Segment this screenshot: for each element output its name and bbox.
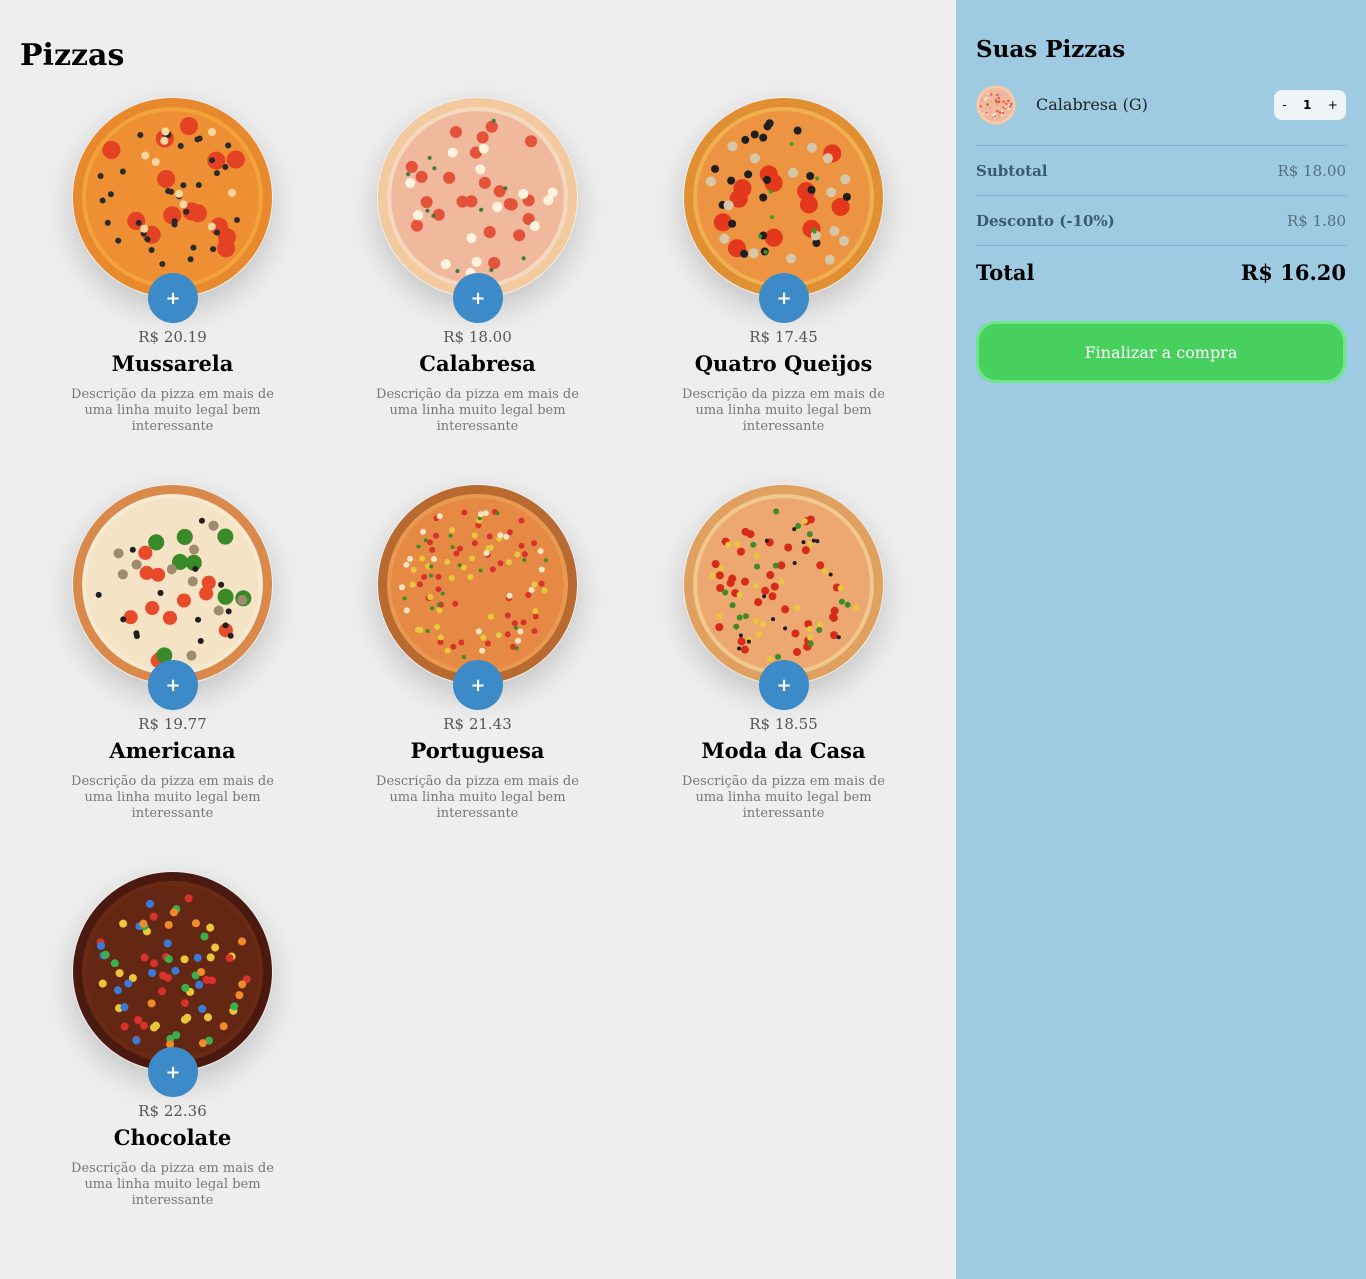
discount-value: R$ 1.80 [1286, 212, 1346, 230]
add-pizza-button[interactable]: + [148, 273, 198, 323]
pizza-name: Portuguesa [410, 738, 545, 763]
cart-item: Calabresa (G) - 1 + [976, 85, 1346, 125]
pizza-card-mussarela[interactable]: + R$ 20.19 Mussarela Descrição da pizza … [20, 97, 325, 484]
add-pizza-button[interactable]: + [148, 660, 198, 710]
pizza-price: R$ 20.19 [138, 328, 207, 346]
increase-quantity-button[interactable]: + [1328, 98, 1338, 112]
pizza-description: Descrição da pizza em mais de uma linha … [71, 774, 274, 821]
pizza-card-americana[interactable]: + R$ 19.77 Americana Descrição da pizza … [20, 484, 325, 871]
add-pizza-button[interactable]: + [148, 1047, 198, 1097]
discount-label: Desconto (-10%) [976, 212, 1115, 230]
pizza-image[interactable] [377, 484, 578, 685]
pizza-name: Moda da Casa [701, 738, 866, 763]
pizza-price: R$ 18.55 [749, 715, 818, 733]
pizza-image[interactable] [72, 97, 273, 298]
checkout-button[interactable]: Finalizar a compra [976, 321, 1346, 383]
total-value: R$ 16.20 [1240, 260, 1346, 285]
quantity-value: 1 [1302, 98, 1312, 112]
pizza-image[interactable] [72, 484, 273, 685]
pizza-card-moda-da-casa[interactable]: + R$ 18.55 Moda da Casa Descrição da piz… [631, 484, 936, 871]
pizza-name: Quatro Queijos [694, 351, 873, 376]
pizza-name: Calabresa [419, 351, 536, 376]
pizza-description: Descrição da pizza em mais de uma linha … [376, 387, 579, 434]
pizza-image[interactable] [377, 97, 578, 298]
pizza-price: R$ 17.45 [749, 328, 818, 346]
pizza-description: Descrição da pizza em mais de uma linha … [71, 1161, 274, 1208]
page-title: Pizzas [20, 38, 125, 73]
total-label: Total [976, 260, 1035, 285]
pizza-card-portuguesa[interactable]: + R$ 21.43 Portuguesa Descrição da pizza… [325, 484, 630, 871]
pizza-card-calabresa[interactable]: + R$ 18.00 Calabresa Descrição da pizza … [325, 97, 630, 484]
add-pizza-button[interactable]: + [759, 660, 809, 710]
pizza-image[interactable] [683, 97, 884, 298]
cart-item-thumbnail [976, 85, 1016, 125]
pizza-name: Mussarela [111, 351, 234, 376]
subtotal-label: Subtotal [976, 162, 1048, 180]
pizza-price: R$ 22.36 [138, 1102, 207, 1120]
add-pizza-button[interactable]: + [759, 273, 809, 323]
pizza-name: Chocolate [113, 1125, 232, 1150]
pizza-price: R$ 19.77 [138, 715, 207, 733]
add-pizza-button[interactable]: + [453, 273, 503, 323]
pizza-description: Descrição da pizza em mais de uma linha … [682, 387, 885, 434]
cart-title: Suas Pizzas [976, 36, 1126, 63]
pizza-price: R$ 21.43 [443, 715, 512, 733]
decrease-quantity-button[interactable]: - [1282, 98, 1286, 112]
add-pizza-button[interactable]: + [453, 660, 503, 710]
pizza-description: Descrição da pizza em mais de uma linha … [71, 387, 274, 434]
quantity-stepper: - 1 + [1274, 90, 1346, 120]
total-row: Total R$ 16.20 [976, 245, 1346, 295]
pizza-card-chocolate[interactable]: + R$ 22.36 Chocolate Descrição da pizza … [20, 871, 325, 1258]
pizza-card-quatro-queijos[interactable]: + R$ 17.45 Quatro Queijos Descrição da p… [631, 97, 936, 484]
pizza-description: Descrição da pizza em mais de uma linha … [376, 774, 579, 821]
subtotal-value: R$ 18.00 [1277, 162, 1346, 180]
pizza-price: R$ 18.00 [443, 328, 512, 346]
discount-row: Desconto (-10%) R$ 1.80 [976, 195, 1346, 245]
pizza-menu: Pizzas + R$ 20.19 Mussarela Descrição da… [0, 0, 956, 1279]
pizza-name: Americana [109, 738, 236, 763]
pizza-image[interactable] [72, 871, 273, 1072]
pizza-description: Descrição da pizza em mais de uma linha … [682, 774, 885, 821]
subtotal-row: Subtotal R$ 18.00 [976, 145, 1346, 195]
cart-sidebar: Suas Pizzas Calabresa (G) - 1 + Subtotal… [956, 0, 1366, 1279]
pizza-image[interactable] [683, 484, 884, 685]
cart-item-name: Calabresa (G) [1036, 95, 1148, 114]
